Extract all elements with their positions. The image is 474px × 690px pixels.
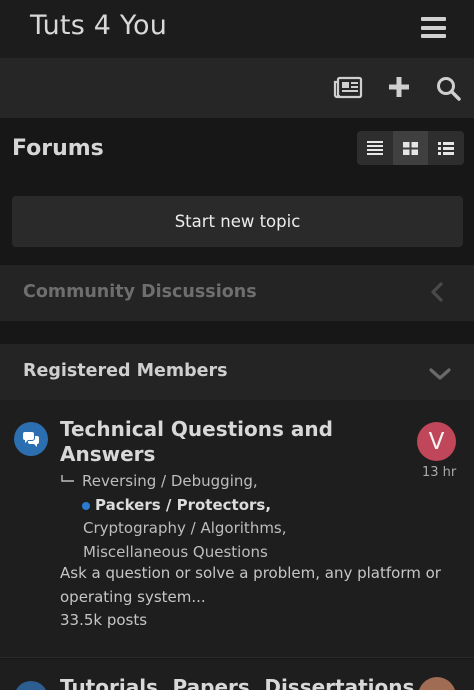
- subforum-item[interactable]: Cryptography / Algorithms,: [60, 517, 287, 541]
- top-bar: Tuts 4 You: [0, 0, 474, 58]
- subforum-item-unread[interactable]: Packers / Protectors,: [60, 494, 287, 518]
- last-poster-avatar[interactable]: [418, 677, 456, 690]
- newspaper-icon[interactable]: [333, 76, 363, 104]
- category-community-discussions[interactable]: Community Discussions: [0, 265, 474, 321]
- subforum-label: Cryptography / Algorithms,: [83, 519, 287, 538]
- page-header: Forums: [0, 118, 474, 184]
- forum-post-count: 33.5k posts: [60, 611, 148, 629]
- chat-bubbles-icon: [14, 681, 48, 690]
- search-icon[interactable]: [436, 76, 461, 105]
- forum-title[interactable]: Technical Questions and Answers: [60, 417, 350, 467]
- category-title: Registered Members: [23, 361, 228, 381]
- chevron-left-icon[interactable]: [430, 282, 444, 306]
- subforum-arrow-icon: [60, 470, 82, 494]
- site-title[interactable]: Tuts 4 You: [30, 10, 167, 41]
- category-registered-members[interactable]: Registered Members: [0, 344, 474, 400]
- subforum-label: Miscellaneous Questions: [83, 542, 268, 561]
- view-mode-toggle: [357, 131, 464, 165]
- list-view-icon[interactable]: [428, 131, 464, 165]
- forum-description: Ask a question or solve a problem, any p…: [60, 564, 441, 606]
- hamburger-menu-icon[interactable]: [421, 17, 446, 38]
- page-title: Forums: [12, 136, 104, 161]
- subforum-label: Packers / Protectors,: [95, 495, 272, 514]
- unread-dot-icon: [82, 501, 90, 510]
- last-poster-avatar[interactable]: V: [417, 422, 456, 461]
- chat-bubbles-icon: [14, 422, 48, 456]
- category-title: Community Discussions: [23, 282, 257, 302]
- chevron-down-icon[interactable]: [429, 366, 451, 385]
- table-view-icon[interactable]: [357, 131, 393, 165]
- forum-title[interactable]: Tutorials, Papers, Dissertations: [60, 675, 414, 690]
- grid-view-icon[interactable]: [392, 131, 429, 165]
- secondary-toolbar: [0, 58, 474, 118]
- last-post-time[interactable]: 13 hr: [422, 465, 456, 480]
- subforum-list: Reversing / Debugging, Packers / Protect…: [60, 470, 287, 564]
- subforum-item[interactable]: Reversing / Debugging,: [60, 470, 287, 494]
- start-new-topic-button[interactable]: Start new topic: [12, 196, 463, 247]
- forum-row: Tutorials, Papers, Dissertations: [0, 659, 474, 690]
- plus-icon[interactable]: [388, 76, 410, 102]
- subforum-label: Reversing / Debugging,: [82, 472, 258, 490]
